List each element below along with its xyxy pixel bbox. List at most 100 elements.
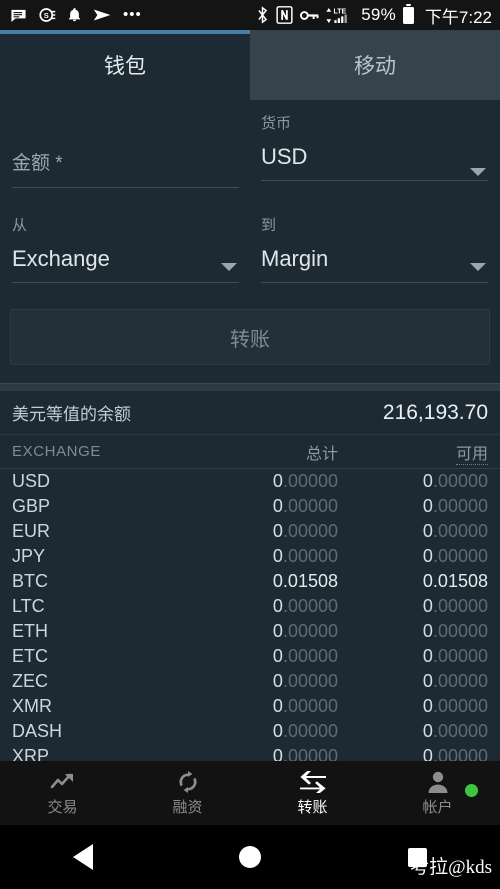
row-available-value: 0.00000: [422, 646, 488, 666]
to-field[interactable]: 到 Margin: [261, 216, 488, 289]
table-row[interactable]: GBP 0.00000 0.00000: [0, 494, 500, 519]
row-available-value: 0.00000: [422, 546, 488, 566]
row-available-value: 0.00000: [422, 721, 488, 741]
table-row[interactable]: USD 0.00000 0.00000: [0, 469, 500, 494]
table-row[interactable]: DASH 0.00000 0.00000: [0, 719, 500, 744]
row-available-value: 0.00000: [422, 671, 488, 691]
row-currency-label: BTC: [12, 571, 48, 591]
android-navigation-bar: 考拉@kds: [0, 825, 500, 889]
nav-item-融资[interactable]: 融资: [125, 770, 250, 817]
table-row[interactable]: ETC 0.00000 0.00000: [0, 644, 500, 669]
row-total-value: 0.00000: [272, 671, 338, 691]
amount-input[interactable]: 金额 *: [12, 141, 239, 187]
table-row[interactable]: BTC 0.01508 0.01508: [0, 569, 500, 594]
status-bar: S ••• LTE 59% 下午7:22: [0, 0, 500, 30]
row-total-value: 0.00000: [272, 596, 338, 616]
row-currency-label: EUR: [12, 521, 51, 541]
row-available-value: 0.00000: [422, 521, 488, 541]
row-available-value: 0.01508: [422, 571, 488, 591]
currency-field[interactable]: 货币 USD: [261, 114, 488, 194]
row-available-value: 0.00000: [422, 696, 488, 716]
to-value[interactable]: Margin: [261, 236, 488, 282]
chevron-down-icon[interactable]: [221, 263, 237, 271]
amount-field[interactable]: 金额 *: [12, 114, 239, 194]
table-row[interactable]: EUR 0.00000 0.00000: [0, 519, 500, 544]
nav-item-label: 融资: [172, 798, 203, 816]
currency-value[interactable]: USD: [261, 134, 488, 180]
tab-wallet[interactable]: 钱包: [0, 30, 250, 100]
person-icon: [427, 770, 449, 794]
battery-icon: [402, 3, 414, 24]
row-currency-label: ETC: [12, 646, 48, 666]
telegram-icon: [93, 7, 112, 23]
chevron-down-icon[interactable]: [470, 263, 486, 271]
nav-item-帐户[interactable]: 帐户: [375, 770, 500, 817]
trending-up-icon: [50, 770, 76, 794]
table-row[interactable]: LTC 0.00000 0.00000: [0, 594, 500, 619]
row-available-value: 0.00000: [422, 496, 488, 516]
row-total-value: 0.00000: [272, 521, 338, 541]
status-online-indicator: [465, 783, 478, 797]
table-row[interactable]: ETH 0.00000 0.00000: [0, 619, 500, 644]
from-value[interactable]: Exchange: [12, 236, 239, 282]
nfc-icon: [276, 6, 293, 24]
row-currency-label: USD: [12, 471, 51, 491]
home-icon[interactable]: [239, 846, 262, 868]
overflow-icon: •••: [123, 6, 142, 23]
tab-move[interactable]: 移动: [250, 30, 500, 100]
transfer-form: 金额 * 货币 USD 从 Exchange 到 Margin: [0, 100, 500, 289]
amount-label-spacer: [12, 114, 239, 141]
form-row-from-to: 从 Exchange 到 Margin: [12, 216, 488, 289]
nav-item-转账[interactable]: 转账: [250, 770, 375, 817]
row-currency-label: XMR: [12, 696, 52, 716]
tab-bar: 钱包 移动: [0, 30, 500, 100]
row-available-value: 0.00000: [422, 471, 488, 491]
tab-wallet-label: 钱包: [104, 55, 146, 78]
column-header-wallet: EXCHANGE: [12, 443, 101, 460]
nav-item-label: 转账: [297, 798, 328, 816]
svg-text:S: S: [44, 11, 49, 20]
row-total-value: 0.01508: [272, 571, 338, 591]
row-total-value: 0.00000: [272, 471, 338, 491]
to-label: 到: [261, 217, 277, 234]
bottom-navigation: 交易 融资 转账 帐户: [0, 761, 500, 825]
to-underline: [261, 282, 488, 283]
row-available-value: 0.00000: [422, 621, 488, 641]
row-currency-label: JPY: [12, 546, 46, 566]
clock-label: 下午7:22: [424, 7, 492, 27]
row-total-value: 0.00000: [272, 546, 338, 566]
row-currency-label: ZEC: [12, 671, 48, 691]
message-icon: [10, 7, 27, 24]
table-row[interactable]: ZEC 0.00000 0.00000: [0, 669, 500, 694]
balance-value: 216,193.70: [382, 400, 488, 424]
back-icon[interactable]: [73, 844, 94, 870]
row-total-value: 0.00000: [272, 646, 338, 666]
nav-item-交易[interactable]: 交易: [0, 770, 125, 817]
row-currency-label: LTC: [12, 596, 45, 616]
transfer-button[interactable]: 转账: [10, 309, 490, 365]
row-currency-label: DASH: [12, 721, 63, 741]
table-row[interactable]: XMR 0.00000 0.00000: [0, 694, 500, 719]
currency-label: 货币: [261, 115, 292, 132]
from-field[interactable]: 从 Exchange: [12, 216, 239, 289]
bluetooth-icon: [256, 6, 269, 24]
from-label: 从: [12, 217, 28, 234]
section-divider: [0, 383, 500, 391]
balances-table-body[interactable]: USD 0.00000 0.00000 GBP 0.00000 0.00000 EUR 0.0…: [0, 469, 500, 769]
table-row[interactable]: JPY 0.00000 0.00000: [0, 544, 500, 569]
transfer-icon: [298, 770, 328, 794]
evernote-icon: S: [38, 6, 56, 24]
row-total-value: 0.00000: [272, 496, 338, 516]
from-underline: [12, 282, 239, 283]
transfer-button-wrap: 转账: [0, 289, 500, 383]
watermark-label: 考拉@kds: [410, 857, 492, 878]
balance-summary: 美元等值的余额 216,193.70: [0, 391, 500, 435]
chevron-down-icon[interactable]: [470, 168, 486, 176]
tab-move-label: 移动: [354, 55, 396, 78]
currency-underline: [261, 180, 488, 181]
status-bar-right-icons: LTE 59% 下午7:22: [256, 3, 492, 28]
row-total-value: 0.00000: [272, 721, 338, 741]
status-bar-left-icons: S •••: [10, 6, 142, 24]
balances-table-header: EXCHANGE 总计 可用: [0, 435, 500, 469]
row-currency-label: GBP: [12, 496, 51, 516]
